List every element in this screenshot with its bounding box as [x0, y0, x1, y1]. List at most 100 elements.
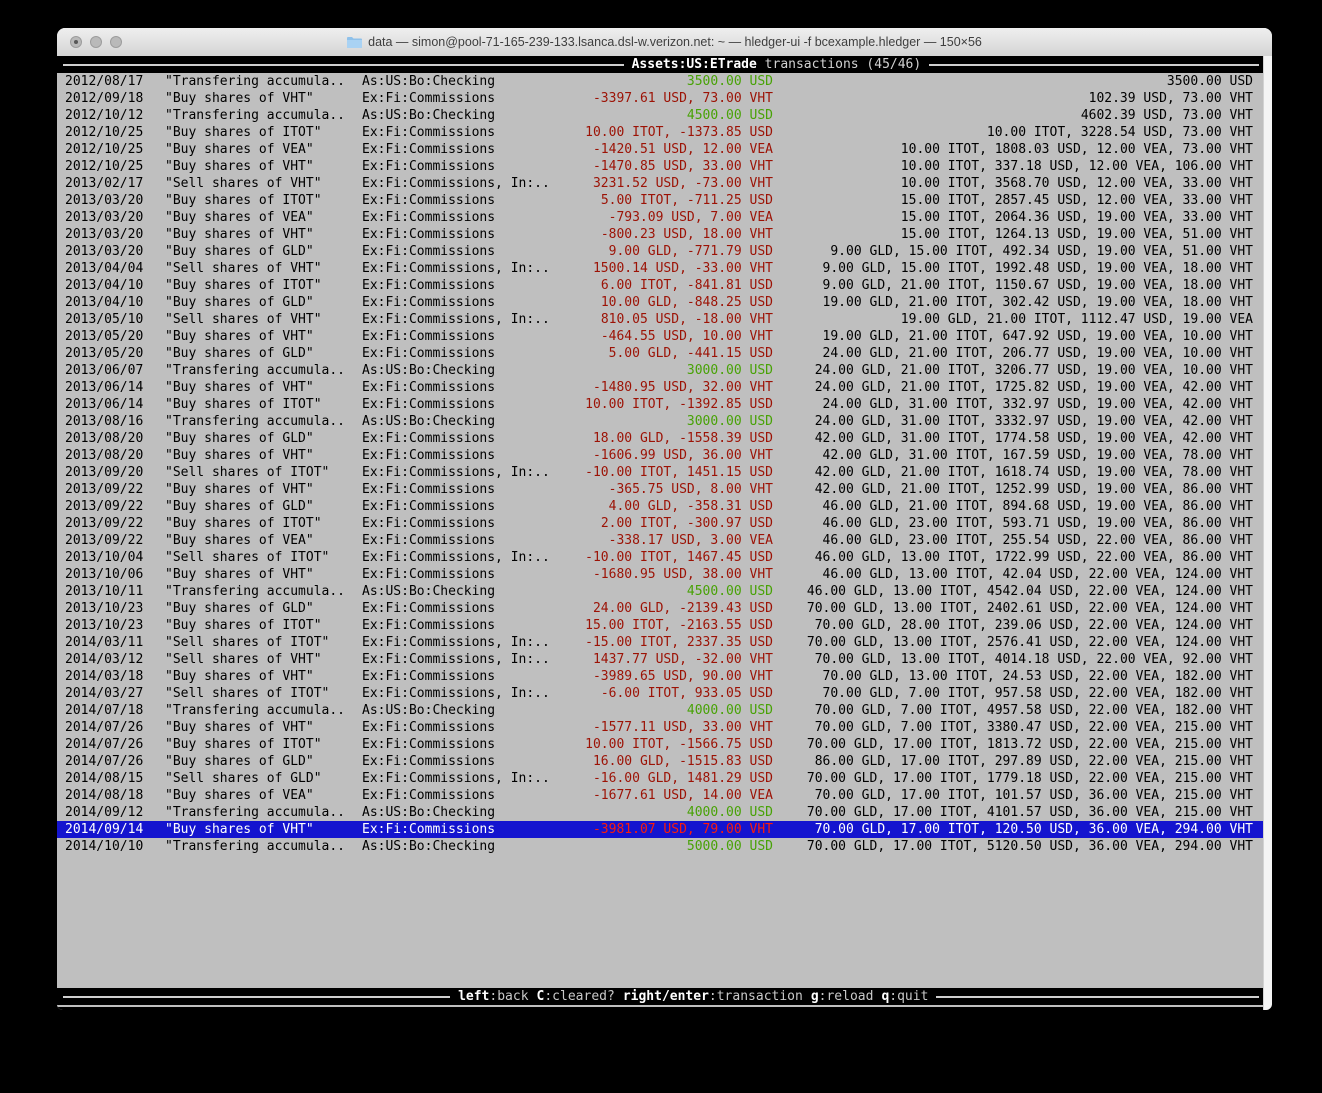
- transaction-row[interactable]: 2013/04/10 "Buy shares of ITOT" Ex:Fi:Co…: [57, 277, 1263, 294]
- transaction-date: 2013/04/10: [65, 294, 143, 311]
- transaction-row[interactable]: 2013/04/10 "Buy shares of GLD" Ex:Fi:Com…: [57, 294, 1263, 311]
- transaction-amount: 6.00 ITOT, -841.81 USD: [601, 277, 773, 294]
- transaction-row[interactable]: 2013/04/04 "Sell shares of VHT" Ex:Fi:Co…: [57, 260, 1263, 277]
- transaction-description: "Buy shares of GLD": [165, 294, 314, 311]
- transaction-date: 2013/03/20: [65, 192, 143, 209]
- transaction-running-balance: 15.00 ITOT, 2857.45 USD, 12.00 VEA, 33.0…: [901, 192, 1253, 209]
- zoom-button[interactable]: [110, 36, 122, 48]
- transaction-other-accounts: Ex:Fi:Commissions: [362, 515, 495, 532]
- transaction-row[interactable]: 2012/10/25 "Buy shares of VHT" Ex:Fi:Com…: [57, 158, 1263, 175]
- transaction-row[interactable]: 2013/06/14 "Buy shares of VHT" Ex:Fi:Com…: [57, 379, 1263, 396]
- transaction-date: 2013/08/20: [65, 447, 143, 464]
- transaction-amount: -3989.65 USD, 90.00 VHT: [593, 668, 773, 685]
- transaction-row[interactable]: 2013/09/22 "Buy shares of VHT" Ex:Fi:Com…: [57, 481, 1263, 498]
- transaction-description: "Sell shares of ITOT": [165, 549, 329, 566]
- transaction-row[interactable]: 2013/05/10 "Sell shares of VHT" Ex:Fi:Co…: [57, 311, 1263, 328]
- transaction-other-accounts: Ex:Fi:Commissions, In:..: [362, 311, 550, 328]
- transaction-other-accounts: As:US:Bo:Checking: [362, 702, 495, 719]
- transaction-running-balance: 24.00 GLD, 21.00 ITOT, 3206.77 USD, 19.0…: [815, 362, 1253, 379]
- transaction-row[interactable]: 2013/10/06 "Buy shares of VHT" Ex:Fi:Com…: [57, 566, 1263, 583]
- transaction-row[interactable]: 2014/09/14 "Buy shares of VHT" Ex:Fi:Com…: [57, 821, 1263, 838]
- transaction-description: "Buy shares of VHT": [165, 481, 314, 498]
- status-bar: left:backC:cleared?right/enter:transacti…: [57, 988, 1263, 1005]
- transaction-date: 2014/08/18: [65, 787, 143, 804]
- transaction-row[interactable]: 2013/08/16 "Transfering accumula.. As:US…: [57, 413, 1263, 430]
- transaction-other-accounts: Ex:Fi:Commissions: [362, 532, 495, 549]
- transaction-row[interactable]: 2014/08/18 "Buy shares of VEA" Ex:Fi:Com…: [57, 787, 1263, 804]
- key-hint-action: :back: [489, 989, 528, 1004]
- transaction-date: 2013/10/23: [65, 600, 143, 617]
- transaction-row[interactable]: 2014/08/15 "Sell shares of GLD" Ex:Fi:Co…: [57, 770, 1263, 787]
- transaction-row[interactable]: 2013/10/23 "Buy shares of GLD" Ex:Fi:Com…: [57, 600, 1263, 617]
- transaction-date: 2013/10/04: [65, 549, 143, 566]
- transaction-row[interactable]: 2014/07/26 "Buy shares of GLD" Ex:Fi:Com…: [57, 753, 1263, 770]
- transaction-other-accounts: As:US:Bo:Checking: [362, 583, 495, 600]
- transaction-other-accounts: As:US:Bo:Checking: [362, 362, 495, 379]
- transaction-row[interactable]: 2012/10/12 "Transfering accumula.. As:US…: [57, 107, 1263, 124]
- transaction-amount: -338.17 USD, 3.00 VEA: [609, 532, 773, 549]
- transaction-list: 2012/08/17 "Transfering accumula.. As:US…: [57, 73, 1263, 855]
- transaction-running-balance: 24.00 GLD, 21.00 ITOT, 206.77 USD, 19.00…: [823, 345, 1253, 362]
- transaction-amount: 5000.00 USD: [687, 838, 773, 855]
- transaction-row[interactable]: 2013/06/07 "Transfering accumula.. As:US…: [57, 362, 1263, 379]
- transaction-row[interactable]: 2013/09/20 "Sell shares of ITOT" Ex:Fi:C…: [57, 464, 1263, 481]
- transaction-description: "Buy shares of VEA": [165, 209, 314, 226]
- transaction-other-accounts: Ex:Fi:Commissions, In:..: [362, 770, 550, 787]
- transaction-row[interactable]: 2013/10/04 "Sell shares of ITOT" Ex:Fi:C…: [57, 549, 1263, 566]
- transaction-row[interactable]: 2012/10/25 "Buy shares of ITOT" Ex:Fi:Co…: [57, 124, 1263, 141]
- transaction-row[interactable]: 2014/09/12 "Transfering accumula.. As:US…: [57, 804, 1263, 821]
- key-hint-action: :reload: [819, 989, 874, 1004]
- transaction-other-accounts: Ex:Fi:Commissions: [362, 430, 495, 447]
- close-button[interactable]: [70, 36, 82, 48]
- transaction-row[interactable]: 2013/09/22 "Buy shares of GLD" Ex:Fi:Com…: [57, 498, 1263, 515]
- transaction-row[interactable]: 2013/08/20 "Buy shares of VHT" Ex:Fi:Com…: [57, 447, 1263, 464]
- transaction-date: 2012/10/12: [65, 107, 143, 124]
- transaction-row[interactable]: 2013/10/11 "Transfering accumula.. As:US…: [57, 583, 1263, 600]
- transaction-row[interactable]: 2013/03/20 "Buy shares of GLD" Ex:Fi:Com…: [57, 243, 1263, 260]
- transaction-other-accounts: Ex:Fi:Commissions: [362, 821, 495, 838]
- transaction-row[interactable]: 2014/07/26 "Buy shares of VHT" Ex:Fi:Com…: [57, 719, 1263, 736]
- transaction-row[interactable]: 2013/03/20 "Buy shares of VEA" Ex:Fi:Com…: [57, 209, 1263, 226]
- transaction-row[interactable]: 2014/03/18 "Buy shares of VHT" Ex:Fi:Com…: [57, 668, 1263, 685]
- transaction-row[interactable]: 2013/09/22 "Buy shares of VEA" Ex:Fi:Com…: [57, 532, 1263, 549]
- transaction-row[interactable]: 2013/10/23 "Buy shares of ITOT" Ex:Fi:Co…: [57, 617, 1263, 634]
- transaction-row[interactable]: 2012/09/18 "Buy shares of VHT" Ex:Fi:Com…: [57, 90, 1263, 107]
- transaction-row[interactable]: 2014/03/11 "Sell shares of ITOT" Ex:Fi:C…: [57, 634, 1263, 651]
- transaction-row[interactable]: 2013/08/20 "Buy shares of GLD" Ex:Fi:Com…: [57, 430, 1263, 447]
- transaction-other-accounts: Ex:Fi:Commissions, In:..: [362, 634, 550, 651]
- transaction-row[interactable]: 2014/03/27 "Sell shares of ITOT" Ex:Fi:C…: [57, 685, 1263, 702]
- transaction-other-accounts: Ex:Fi:Commissions: [362, 192, 495, 209]
- key-hint: g:reload: [811, 988, 874, 1005]
- transaction-running-balance: 46.00 GLD, 23.00 ITOT, 593.71 USD, 19.00…: [823, 515, 1253, 532]
- transaction-row[interactable]: 2013/03/20 "Buy shares of ITOT" Ex:Fi:Co…: [57, 192, 1263, 209]
- transaction-date: 2013/06/14: [65, 379, 143, 396]
- transaction-other-accounts: Ex:Fi:Commissions: [362, 243, 495, 260]
- transaction-row[interactable]: 2014/07/26 "Buy shares of ITOT" Ex:Fi:Co…: [57, 736, 1263, 753]
- header-rule-left: [63, 64, 624, 66]
- title-bar[interactable]: data — simon@pool-71-165-239-133.lsanca.…: [57, 28, 1272, 57]
- transaction-running-balance: 70.00 GLD, 17.00 ITOT, 5120.50 USD, 36.0…: [807, 838, 1253, 855]
- transaction-description: "Sell shares of ITOT": [165, 464, 329, 481]
- scrollbar[interactable]: [1263, 56, 1272, 1010]
- transaction-row[interactable]: 2013/06/14 "Buy shares of ITOT" Ex:Fi:Co…: [57, 396, 1263, 413]
- transaction-description: "Transfering accumula..: [165, 107, 345, 124]
- transaction-row[interactable]: 2014/07/18 "Transfering accumula.. As:US…: [57, 702, 1263, 719]
- transaction-row[interactable]: 2013/09/22 "Buy shares of ITOT" Ex:Fi:Co…: [57, 515, 1263, 532]
- transaction-row[interactable]: 2013/05/20 "Buy shares of VHT" Ex:Fi:Com…: [57, 328, 1263, 345]
- transaction-date: 2014/09/12: [65, 804, 143, 821]
- key-hint-key: left: [458, 989, 489, 1004]
- key-hint-action: :transaction: [709, 989, 803, 1004]
- transaction-description: "Buy shares of GLD": [165, 600, 314, 617]
- transaction-row[interactable]: 2012/10/25 "Buy shares of VEA" Ex:Fi:Com…: [57, 141, 1263, 158]
- transaction-amount: 24.00 GLD, -2139.43 USD: [593, 600, 773, 617]
- transaction-row[interactable]: 2013/02/17 "Sell shares of VHT" Ex:Fi:Co…: [57, 175, 1263, 192]
- transaction-row[interactable]: 2013/05/20 "Buy shares of GLD" Ex:Fi:Com…: [57, 345, 1263, 362]
- minimize-button[interactable]: [90, 36, 102, 48]
- transaction-other-accounts: Ex:Fi:Commissions: [362, 566, 495, 583]
- transaction-row[interactable]: 2014/03/12 "Sell shares of VHT" Ex:Fi:Co…: [57, 651, 1263, 668]
- transaction-date: 2013/09/22: [65, 498, 143, 515]
- transaction-row[interactable]: 2013/03/20 "Buy shares of VHT" Ex:Fi:Com…: [57, 226, 1263, 243]
- transaction-row[interactable]: 2012/08/17 "Transfering accumula.. As:US…: [57, 73, 1263, 90]
- transaction-row[interactable]: 2014/10/10 "Transfering accumula.. As:US…: [57, 838, 1263, 855]
- transaction-description: "Buy shares of GLD": [165, 345, 314, 362]
